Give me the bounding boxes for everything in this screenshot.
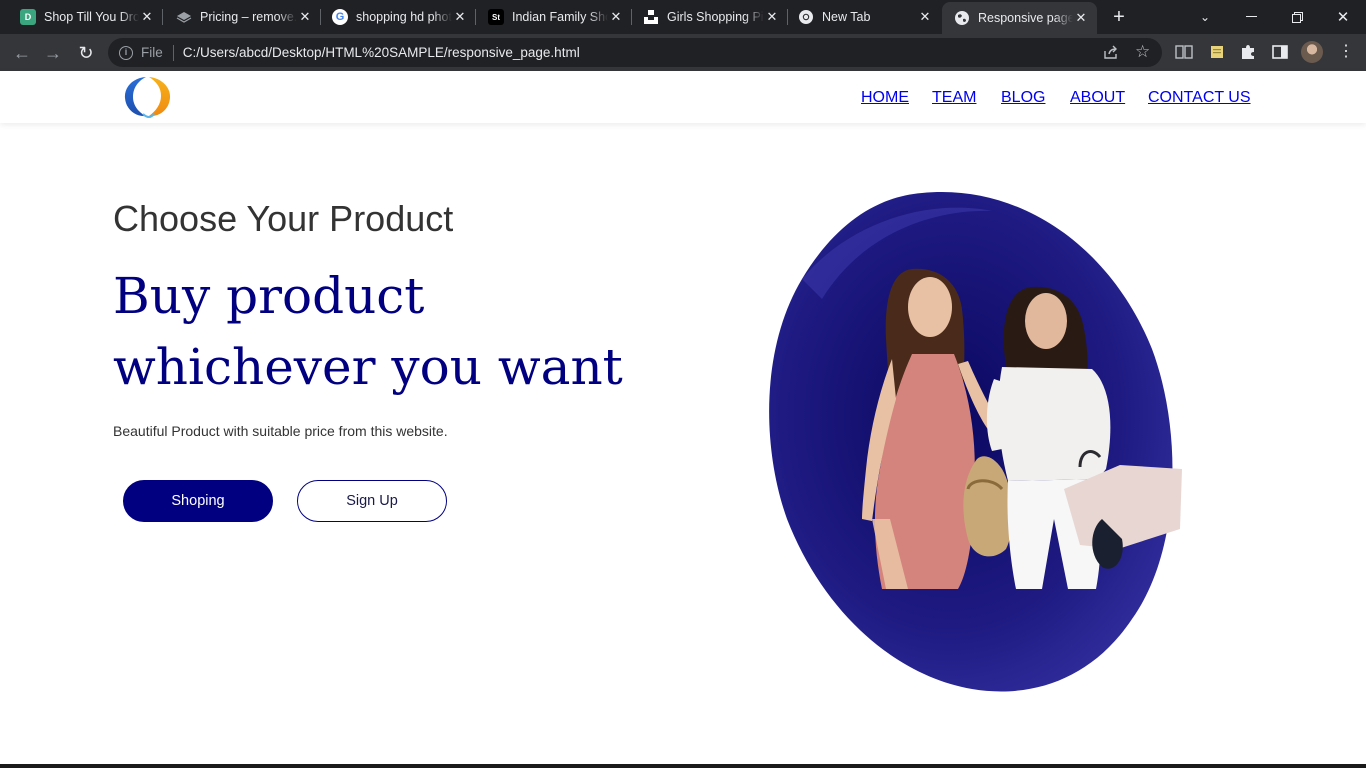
close-icon[interactable]: ✕ bbox=[139, 9, 155, 25]
close-icon[interactable]: ✕ bbox=[917, 9, 933, 25]
close-window-icon[interactable]: ✕ bbox=[1320, 0, 1366, 34]
close-icon[interactable]: ✕ bbox=[452, 9, 468, 25]
notes-extension-icon[interactable] bbox=[1208, 44, 1226, 60]
info-icon[interactable]: i bbox=[119, 45, 133, 60]
site-header: HOME TEAM BLOG ABOUT CONTACT US bbox=[0, 71, 1366, 123]
headline-line-1: Buy product bbox=[113, 267, 425, 325]
sign-up-button[interactable]: Sign Up bbox=[297, 480, 447, 522]
tab-title: Girls Shopping Pictures bbox=[667, 10, 764, 24]
reading-list-icon[interactable] bbox=[1175, 44, 1193, 60]
globe-icon bbox=[954, 10, 970, 26]
tab-title: New Tab bbox=[822, 10, 871, 24]
extensions-puzzle-icon[interactable] bbox=[1239, 44, 1257, 60]
tab-title: shopping hd photos bbox=[356, 10, 452, 24]
browser-tab-strip: D Shop Till You Drop ✕ Pricing – remove.… bbox=[0, 0, 1366, 34]
headline-line-2: whichever you want bbox=[113, 338, 623, 396]
reload-icon[interactable]: ↻ bbox=[73, 40, 99, 66]
nav-team-link[interactable]: TEAM bbox=[932, 89, 976, 107]
close-icon[interactable]: ✕ bbox=[764, 9, 780, 25]
tab-pricing[interactable]: Pricing – remove.bg ✕ bbox=[163, 0, 321, 34]
google-icon: G bbox=[332, 9, 348, 25]
tab-indian-family-shopping[interactable]: St Indian Family Shopping ✕ bbox=[476, 0, 632, 34]
tab-girls-shopping[interactable]: Girls Shopping Pictures ✕ bbox=[632, 0, 788, 34]
tab-title: Indian Family Shopping bbox=[512, 10, 608, 24]
browser-toolbar: ← → ↻ i File C:/Users/abcd/Desktop/HTML%… bbox=[0, 34, 1366, 71]
nav-contact-link[interactable]: CONTACT US bbox=[1148, 89, 1251, 107]
unsplash-icon bbox=[643, 9, 659, 25]
hero-subheading: Choose Your Product bbox=[113, 198, 454, 239]
tab-title: Shop Till You Drop bbox=[44, 10, 139, 24]
more-menu-icon[interactable]: ⋮ bbox=[1338, 40, 1354, 64]
bookmark-star-icon[interactable]: ☆ bbox=[1135, 42, 1150, 62]
share-icon[interactable] bbox=[1103, 45, 1119, 64]
chrome-icon bbox=[798, 9, 814, 25]
new-tab-plus-icon[interactable]: + bbox=[1109, 6, 1129, 28]
address-bar[interactable]: i File C:/Users/abcd/Desktop/HTML%20SAMP… bbox=[108, 38, 1162, 67]
nav-home-link[interactable]: HOME bbox=[861, 89, 909, 107]
hero-headline: Buy product whichever you want bbox=[113, 261, 623, 403]
tab-title: Pricing – remove.bg bbox=[200, 10, 297, 24]
nav-blog-link[interactable]: BLOG bbox=[1001, 89, 1045, 107]
st-icon: St bbox=[488, 9, 504, 25]
tab-shopping-hd-photos[interactable]: G shopping hd photos ✕ bbox=[321, 0, 476, 34]
tab-new-tab[interactable]: New Tab ✕ bbox=[788, 0, 941, 34]
forward-arrow-icon[interactable]: → bbox=[40, 40, 66, 66]
hero-shopping-image bbox=[769, 192, 1182, 692]
close-icon[interactable]: ✕ bbox=[297, 9, 313, 25]
web-page: HOME TEAM BLOG ABOUT CONTACT US Choose Y… bbox=[0, 71, 1366, 768]
shopping-button[interactable]: Shoping bbox=[123, 480, 273, 522]
restore-icon[interactable] bbox=[1274, 0, 1320, 34]
close-icon[interactable]: ✕ bbox=[1073, 10, 1089, 26]
tab-responsive-page[interactable]: Responsive page ✕ bbox=[942, 2, 1097, 34]
minimize-icon[interactable] bbox=[1228, 0, 1274, 34]
profile-avatar[interactable] bbox=[1301, 41, 1323, 63]
scheme-label: File bbox=[141, 45, 163, 60]
tab-shop-till-you-drop[interactable]: D Shop Till You Drop ✕ bbox=[0, 0, 163, 34]
d-icon: D bbox=[20, 9, 36, 25]
close-icon[interactable]: ✕ bbox=[608, 9, 624, 25]
tab-title: Responsive page bbox=[978, 11, 1073, 25]
hero-description: Beautiful Product with suitable price fr… bbox=[113, 423, 448, 439]
page-bottom-border bbox=[0, 764, 1366, 768]
nav-about-link[interactable]: ABOUT bbox=[1070, 89, 1125, 107]
site-logo[interactable] bbox=[124, 74, 171, 119]
tab-search-chevron-icon[interactable]: ⌄ bbox=[1182, 0, 1228, 34]
back-arrow-icon[interactable]: ← bbox=[9, 40, 35, 66]
side-panel-icon[interactable] bbox=[1271, 44, 1289, 60]
url-text[interactable]: C:/Users/abcd/Desktop/HTML%20SAMPLE/resp… bbox=[183, 45, 580, 60]
layers-icon bbox=[176, 9, 192, 25]
address-divider bbox=[172, 44, 174, 61]
